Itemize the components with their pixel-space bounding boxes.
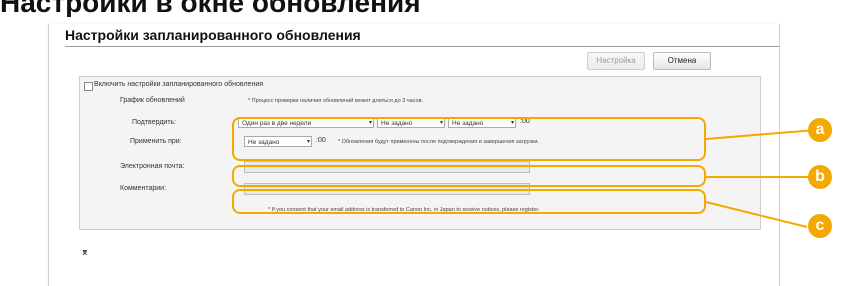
confirm-label: Подтвердить:: [132, 119, 177, 126]
page-title: Настройки запланированного обновления: [65, 27, 361, 43]
enable-scheduled-update-checkbox[interactable]: [84, 82, 93, 91]
title-divider: [65, 46, 779, 47]
highlight-a: [232, 117, 706, 161]
schedule-label: График обновлений: [120, 97, 185, 104]
schedule-note: * Процесс проверки наличия обновлений мо…: [248, 98, 424, 104]
comments-label: Комментарии:: [120, 185, 167, 192]
callout-a: a: [808, 118, 832, 142]
cancel-button[interactable]: Отмена: [653, 52, 711, 70]
highlight-c: [232, 189, 706, 214]
document-heading: Настройки в окне обновления: [0, 0, 421, 17]
leader-b: [706, 176, 809, 178]
enable-checkbox-label: Включить настройки запланированного обно…: [94, 81, 264, 88]
pin-icon[interactable]: ⌆: [81, 247, 89, 258]
callout-b: b: [808, 165, 832, 189]
callout-c: c: [808, 214, 832, 238]
highlight-b: [232, 165, 706, 187]
apply-at-label: Применить при:: [130, 138, 182, 145]
apply-button[interactable]: Настройка: [587, 52, 645, 70]
email-label: Электронная почта:: [120, 163, 185, 170]
